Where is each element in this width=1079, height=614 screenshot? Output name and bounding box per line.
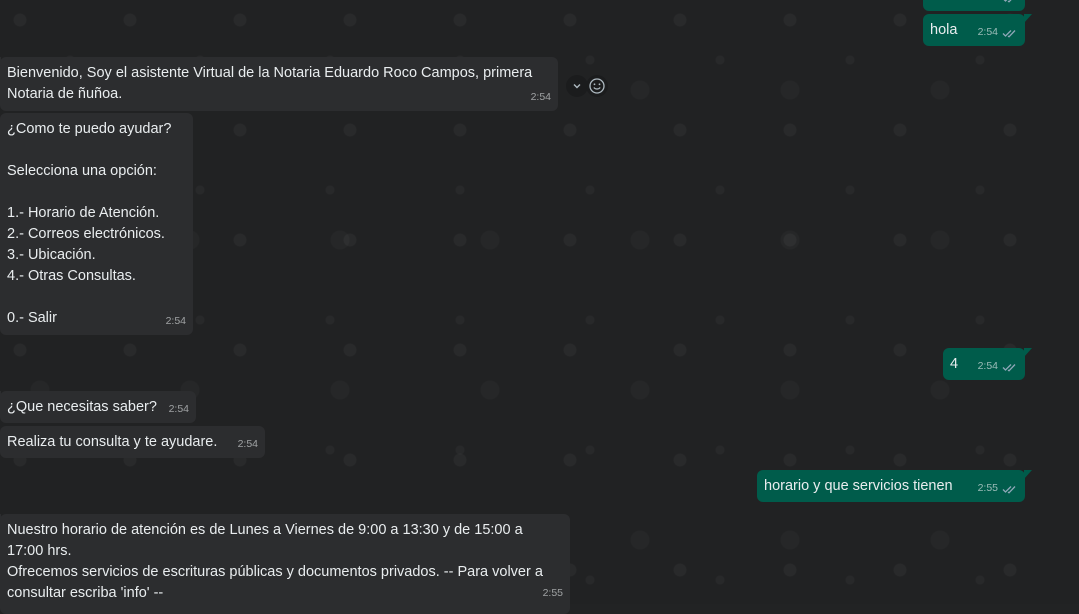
message-bubble-incoming[interactable]: Bienvenido, Soy el asistente Virtual de … (0, 57, 558, 111)
message-meta: 2:54 (238, 434, 258, 455)
message-bubble-incoming[interactable]: Nuestro horario de atención es de Lunes … (0, 514, 570, 614)
message-meta: 2:54 (169, 399, 189, 420)
message-time: 2:55 (542, 587, 563, 599)
message-bubble-incoming[interactable]: ¿Como te puedo ayudar? Selecciona una op… (0, 113, 193, 335)
message-bubble-outgoing[interactable]: 4 2:54 (943, 348, 1032, 380)
message-text: Realiza tu consulta y te ayudare. (7, 434, 218, 450)
message-bubble-outgoing[interactable]: hola 2:54 (923, 14, 1032, 46)
message-text: ¿Que necesitas saber? (7, 399, 157, 415)
double-check-icon (1004, 0, 1012, 3)
message-bubble-incoming[interactable]: ¿Que necesitas saber? 2:54 (0, 391, 196, 423)
message-time: 2:55 (977, 482, 998, 494)
message-text: Nuestro horario de atención es de Lunes … (7, 522, 543, 601)
message-meta: 1:55 (978, 0, 1018, 8)
chevron-down-icon[interactable] (566, 75, 588, 97)
message-bubble-incoming[interactable]: Realiza tu consulta y te ayudare. 2:54 (0, 426, 265, 458)
message-time: 2:54 (977, 360, 998, 372)
double-check-icon (1002, 29, 1016, 38)
double-check-icon (1002, 363, 1016, 372)
message-time: 2:54 (168, 403, 189, 415)
message-meta: 2:55 (978, 478, 1018, 499)
message-meta: 2:54 (531, 87, 551, 108)
message-time: 2:54 (237, 438, 258, 450)
message-time: 2:54 (165, 315, 186, 327)
message-text: Bienvenido, Soy el asistente Virtual de … (7, 65, 533, 102)
message-text: ¿Como te puedo ayudar? Selecciona una op… (7, 121, 172, 326)
double-check-icon (1002, 485, 1016, 494)
message-time: 2:54 (530, 91, 551, 103)
message-time: 2:54 (977, 26, 998, 38)
message-bubble-outgoing[interactable]: horario y que servicios tienen 2:55 (757, 470, 1032, 502)
emoji-icon[interactable] (586, 75, 608, 97)
message-actions (566, 75, 608, 97)
message-meta: 2:54 (978, 22, 1018, 43)
message-meta: 2:54 (166, 311, 186, 332)
message-meta: 2:54 (978, 356, 1018, 377)
message-meta: 2:55 (543, 583, 563, 604)
message-time: 1:55 (978, 0, 998, 8)
message-bubble-outgoing[interactable]: 1:55 (923, 0, 1025, 11)
